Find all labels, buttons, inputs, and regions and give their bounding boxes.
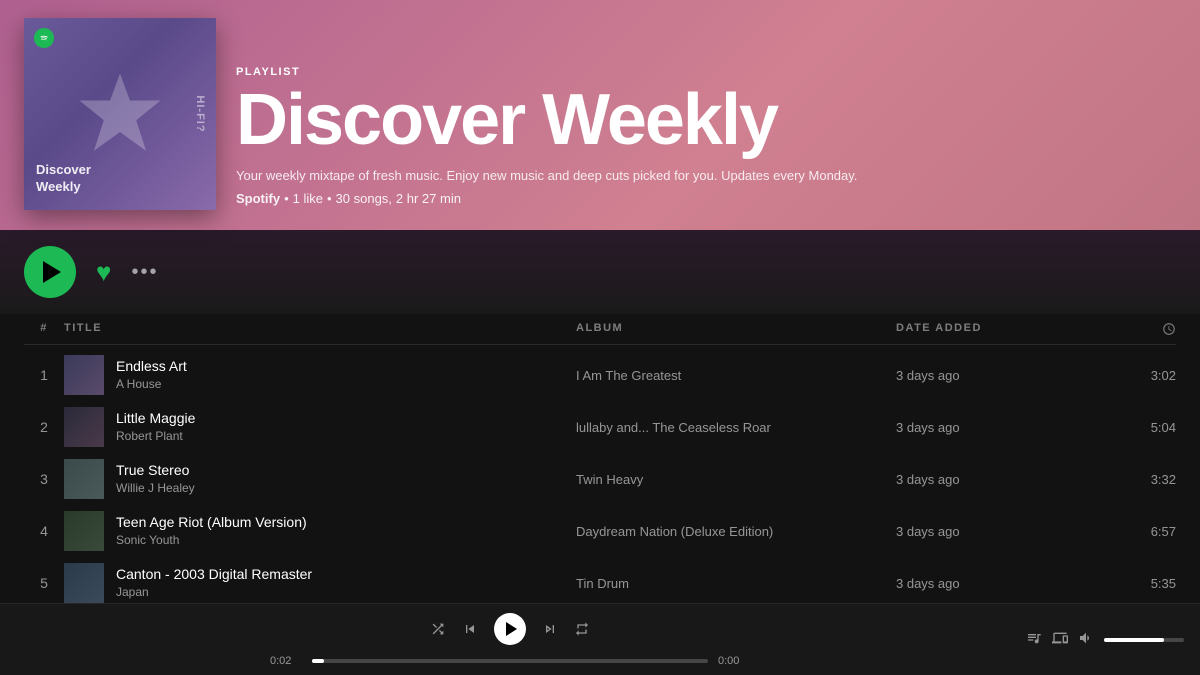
track-num: 3 <box>24 471 64 487</box>
repeat-button[interactable] <box>574 621 590 637</box>
track-num: 2 <box>24 419 64 435</box>
more-options-button[interactable]: ••• <box>131 262 158 282</box>
track-row[interactable]: 1 Endless Art A House I Am The Greatest … <box>24 349 1176 401</box>
playlist-meta: Spotify • 1 like • 30 songs, 2 hr 27 min <box>236 191 857 206</box>
track-artist: Robert Plant <box>116 428 195 445</box>
track-info: Canton - 2003 Digital Remaster Japan <box>64 563 576 603</box>
player-controls <box>430 613 590 645</box>
player-right-controls <box>1004 630 1184 649</box>
album-art-text: Discover Weekly <box>36 162 91 196</box>
meta-songs: 30 songs, <box>336 191 392 206</box>
hero-section: Discover Weekly HI-FI? PLAYLIST Discover… <box>0 0 1200 230</box>
track-title: Teen Age Riot (Album Version) <box>116 513 307 533</box>
track-duration: 3:32 <box>1096 472 1176 487</box>
track-names: True Stereo Willie J Healey <box>116 461 195 497</box>
track-duration: 6:57 <box>1096 524 1176 539</box>
playlist-type-label: PLAYLIST <box>236 66 857 78</box>
track-artist: Japan <box>116 584 312 601</box>
progress-bar[interactable] <box>312 659 708 663</box>
track-thumbnail <box>64 407 104 447</box>
track-num: 5 <box>24 575 64 591</box>
track-num: 1 <box>24 367 64 383</box>
shuffle-button[interactable] <box>430 621 446 637</box>
header-date: DATE ADDED <box>896 322 1096 336</box>
volume-icon[interactable] <box>1078 630 1094 649</box>
track-info: True Stereo Willie J Healey <box>64 459 576 499</box>
header-duration <box>1096 322 1176 336</box>
track-album: Tin Drum <box>576 576 896 591</box>
total-time: 0:00 <box>718 655 750 667</box>
track-names: Teen Age Riot (Album Version) Sonic Yout… <box>116 513 307 549</box>
track-info: Little Maggie Robert Plant <box>64 407 576 447</box>
album-art: Discover Weekly HI-FI? <box>24 18 216 210</box>
track-thumbnail <box>64 563 104 603</box>
player-bar: 0:02 0:00 <box>0 603 1200 675</box>
album-art-hifi-text: HI-FI? <box>194 95 206 132</box>
track-list: # TITLE ALBUM DATE ADDED 1 Endless Art A… <box>0 314 1200 609</box>
track-row[interactable]: 5 Canton - 2003 Digital Remaster Japan T… <box>24 557 1176 609</box>
track-title: True Stereo <box>116 461 195 481</box>
track-duration: 3:02 <box>1096 368 1176 383</box>
volume-fill <box>1104 638 1164 642</box>
controls-bar: ♥ ••• <box>0 230 1200 314</box>
track-info: Endless Art A House <box>64 355 576 395</box>
playlist-title: Discover Weekly <box>236 84 857 156</box>
meta-likes: 1 like <box>293 191 323 206</box>
track-date-added: 3 days ago <box>896 420 1096 435</box>
meta-dot1: • <box>284 191 289 206</box>
track-names: Canton - 2003 Digital Remaster Japan <box>116 565 312 601</box>
meta-duration: 2 hr 27 min <box>396 191 461 206</box>
track-artist: A House <box>116 376 187 393</box>
album-art-star-icon <box>75 69 165 159</box>
header-title: TITLE <box>64 322 576 336</box>
track-title: Canton - 2003 Digital Remaster <box>116 565 312 585</box>
track-duration: 5:35 <box>1096 576 1176 591</box>
playlist-description: Your weekly mixtape of fresh music. Enjo… <box>236 168 857 183</box>
track-list-header: # TITLE ALBUM DATE ADDED <box>24 314 1176 345</box>
like-button[interactable]: ♥ <box>96 259 111 285</box>
track-date-added: 3 days ago <box>896 524 1096 539</box>
track-info: Teen Age Riot (Album Version) Sonic Yout… <box>64 511 576 551</box>
track-album: lullaby and... The Ceaseless Roar <box>576 420 896 435</box>
track-row[interactable]: 4 Teen Age Riot (Album Version) Sonic Yo… <box>24 505 1176 557</box>
track-album: I Am The Greatest <box>576 368 896 383</box>
play-button[interactable] <box>24 246 76 298</box>
track-names: Little Maggie Robert Plant <box>116 409 195 445</box>
player-progress-area: 0:02 0:00 <box>16 613 1004 667</box>
track-thumbnail <box>64 511 104 551</box>
devices-icon[interactable] <box>1052 630 1068 649</box>
track-album: Daydream Nation (Deluxe Edition) <box>576 524 896 539</box>
track-row[interactable]: 3 True Stereo Willie J Healey Twin Heavy… <box>24 453 1176 505</box>
hero-info: PLAYLIST Discover Weekly Your weekly mix… <box>236 66 857 210</box>
meta-spotify: Spotify <box>236 191 280 206</box>
queue-icon[interactable] <box>1026 630 1042 649</box>
next-button[interactable] <box>542 621 558 637</box>
track-row[interactable]: 2 Little Maggie Robert Plant lullaby and… <box>24 401 1176 453</box>
track-thumbnail <box>64 459 104 499</box>
track-num: 4 <box>24 523 64 539</box>
track-names: Endless Art A House <box>116 357 187 393</box>
track-duration: 5:04 <box>1096 420 1176 435</box>
header-album: ALBUM <box>576 322 896 336</box>
track-title: Endless Art <box>116 357 187 377</box>
progress-fill <box>312 659 324 663</box>
track-date-added: 3 days ago <box>896 368 1096 383</box>
player-play-button[interactable] <box>494 613 526 645</box>
meta-dot2: • <box>327 191 332 206</box>
track-date-added: 3 days ago <box>896 472 1096 487</box>
track-rows-container: 1 Endless Art A House I Am The Greatest … <box>24 349 1176 609</box>
header-num: # <box>24 322 64 336</box>
volume-bar[interactable] <box>1104 638 1184 642</box>
progress-bar-container: 0:02 0:00 <box>270 655 750 667</box>
prev-button[interactable] <box>462 621 478 637</box>
current-time: 0:02 <box>270 655 302 667</box>
track-date-added: 3 days ago <box>896 576 1096 591</box>
track-title: Little Maggie <box>116 409 195 429</box>
track-album: Twin Heavy <box>576 472 896 487</box>
track-artist: Sonic Youth <box>116 532 307 549</box>
track-thumbnail <box>64 355 104 395</box>
track-artist: Willie J Healey <box>116 480 195 497</box>
